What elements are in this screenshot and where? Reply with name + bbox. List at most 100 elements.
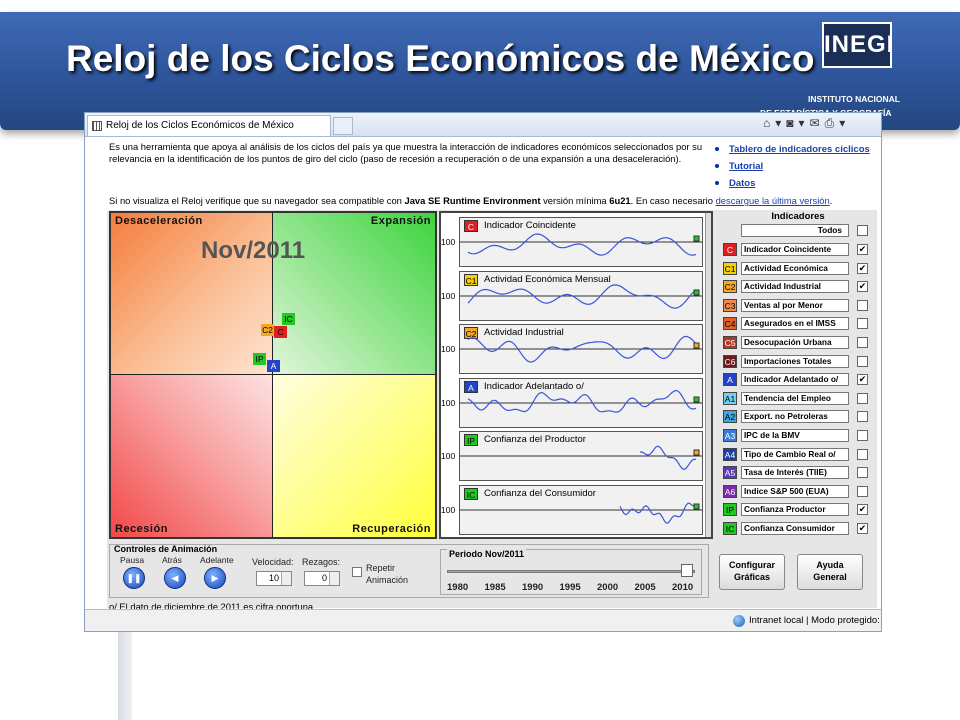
print-icon[interactable]: ⎙▾	[825, 116, 851, 130]
indicator-checkbox[interactable]	[857, 411, 868, 423]
indicator-name: Tasa de Interés (TIIE)	[741, 466, 849, 480]
browser-tab[interactable]: Reloj de los Ciclos Económicos de México	[87, 115, 331, 136]
link-tutorial[interactable]: Tutorial	[729, 161, 763, 172]
pause-label: Pausa	[120, 555, 145, 565]
indicator-checkbox[interactable]	[857, 485, 868, 497]
indicator-name: Indice S&P 500 (EUA)	[741, 484, 849, 498]
indicator-row: C2 Actividad Industrial ✔	[721, 280, 877, 294]
year-tick: 1980	[447, 582, 469, 593]
browser-window: Reloj de los Ciclos Económicos de México…	[84, 112, 882, 632]
link-dashboard[interactable]: Tablero de indicadores cíclicos	[729, 144, 870, 155]
version-text: .	[829, 195, 833, 206]
indicator-row: A2 Export. no Petroleras	[721, 410, 877, 424]
indicator-checkbox[interactable]: ✔	[857, 374, 868, 386]
indicator-checkbox[interactable]: ✔	[857, 244, 868, 255]
indicator-badge: A5	[723, 466, 737, 480]
forward-icon: ▶	[211, 573, 219, 583]
java-version: 6u21	[609, 195, 631, 206]
general-help-button[interactable]: Ayuda General	[797, 554, 863, 590]
marker-c: C	[274, 326, 287, 338]
marker-c2: C2	[261, 324, 274, 336]
baseline-label: 100	[441, 451, 456, 461]
baseline-label: 100	[441, 237, 456, 247]
label-recovery: Recuperación	[352, 523, 431, 535]
indicator-name: Indicador Coincidente	[741, 243, 849, 256]
new-tab-button[interactable]	[333, 117, 353, 135]
globe-icon	[733, 615, 745, 627]
repeat-checkbox[interactable]	[352, 567, 362, 577]
baseline-label: 100	[441, 344, 456, 354]
indicator-all-checkbox[interactable]	[857, 225, 868, 236]
configure-line-2: Gráficas	[733, 572, 771, 582]
indicator-name: IPC de la BMV	[741, 429, 849, 442]
trace-line	[467, 233, 697, 256]
download-link[interactable]: descargue la última versión	[716, 195, 830, 206]
browser-toolbar: Reloj de los Ciclos Económicos de México…	[85, 113, 881, 137]
indicator-row: A5 Tasa de Interés (TIIE)	[721, 466, 877, 480]
indicator-badge: IC	[723, 522, 737, 535]
indicator-row: A3 IPC de la BMV	[721, 429, 877, 443]
year-tick: 1995	[559, 582, 581, 593]
pause-button[interactable]: ❚❚	[123, 567, 145, 589]
indicator-checkbox[interactable]	[857, 448, 868, 460]
back-button[interactable]: ◀	[164, 567, 186, 589]
indicator-name: Tipo de Cambio Real o/	[741, 447, 849, 461]
links-list: Tablero de indicadores cíclicos Tutorial…	[715, 141, 870, 192]
link-data[interactable]: Datos	[729, 178, 755, 189]
indicator-row: C5 Desocupación Urbana	[721, 336, 877, 350]
indicator-badge: A1	[723, 391, 737, 405]
indicator-checkbox[interactable]: ✔	[857, 523, 868, 534]
marker-ip: IP	[253, 353, 266, 365]
charts-scrollbar[interactable]	[705, 213, 711, 537]
feeds-icon[interactable]: ◙▾	[786, 116, 809, 130]
help-line-1: Ayuda	[816, 560, 844, 570]
speed-spinner[interactable]: 10	[256, 571, 292, 586]
mail-icon[interactable]: ✉	[810, 116, 825, 130]
toolbar-icons: ⌂▾◙▾✉⎙▾	[763, 116, 881, 134]
indicator-row: C Indicador Coincidente ✔	[721, 243, 877, 257]
inegi-logo: INEGI INSTITUTO NACIONAL DE ESTADÍSTICA …	[760, 22, 948, 118]
back-label: Atrás	[162, 555, 182, 565]
indicator-checkbox[interactable]: ✔	[857, 281, 868, 293]
link-item: Tutorial	[715, 158, 870, 175]
trace-line	[619, 501, 697, 524]
indicator-checkbox[interactable]: ✔	[857, 262, 868, 274]
version-text: . En caso necesario	[630, 195, 716, 206]
indicator-checkbox[interactable]: ✔	[857, 504, 868, 516]
indicator-badge: C5	[723, 336, 737, 349]
period-slider-thumb[interactable]	[680, 564, 693, 577]
home-icon[interactable]: ⌂▾	[763, 116, 786, 130]
configure-charts-button[interactable]: Configurar Gráficas	[719, 554, 785, 590]
speed-label: Velocidad:	[252, 557, 294, 567]
marker-ic: IC	[282, 313, 295, 325]
forward-button[interactable]: ▶	[204, 567, 226, 589]
trace-line	[467, 389, 697, 413]
indicator-name: Tendencia del Empleo	[741, 391, 849, 405]
repeat-label-2: Animación	[366, 575, 409, 585]
chart-trace	[460, 283, 702, 309]
trace-end-marker	[693, 449, 700, 456]
indicator-row: IC Confianza Consumidor ✔	[721, 522, 877, 536]
indicator-badge: C6	[723, 354, 737, 368]
indicator-checkbox[interactable]	[857, 467, 868, 479]
indicator-row: C4 Asegurados en el IMSS	[721, 317, 877, 331]
lag-spinner[interactable]: 0	[304, 571, 340, 586]
help-line-2: General	[813, 572, 847, 582]
back-icon: ◀	[171, 573, 179, 583]
indicator-name: Export. no Petroleras	[741, 410, 849, 424]
bullet-icon	[715, 164, 719, 169]
chart-trace	[460, 501, 702, 524]
indicator-checkbox[interactable]	[857, 299, 868, 311]
indicator-checkbox[interactable]	[857, 337, 868, 348]
indicator-badge: C1	[723, 261, 737, 275]
indicator-checkbox[interactable]	[857, 430, 868, 441]
indicator-checkbox[interactable]	[857, 392, 868, 404]
indicator-checkbox[interactable]	[857, 355, 868, 367]
period-slider-track[interactable]	[447, 570, 695, 573]
indicator-all-label: Todos	[741, 224, 849, 237]
clock-applet: Desaceleración Expansión Recesión Recupe…	[107, 210, 877, 608]
indicators-title: Indicadores	[771, 211, 825, 222]
indicator-checkbox[interactable]	[857, 318, 868, 330]
java-name: Java SE Runtime Environment	[404, 195, 541, 206]
chart-row: C1 Actividad Económica Mensual	[459, 270, 703, 321]
